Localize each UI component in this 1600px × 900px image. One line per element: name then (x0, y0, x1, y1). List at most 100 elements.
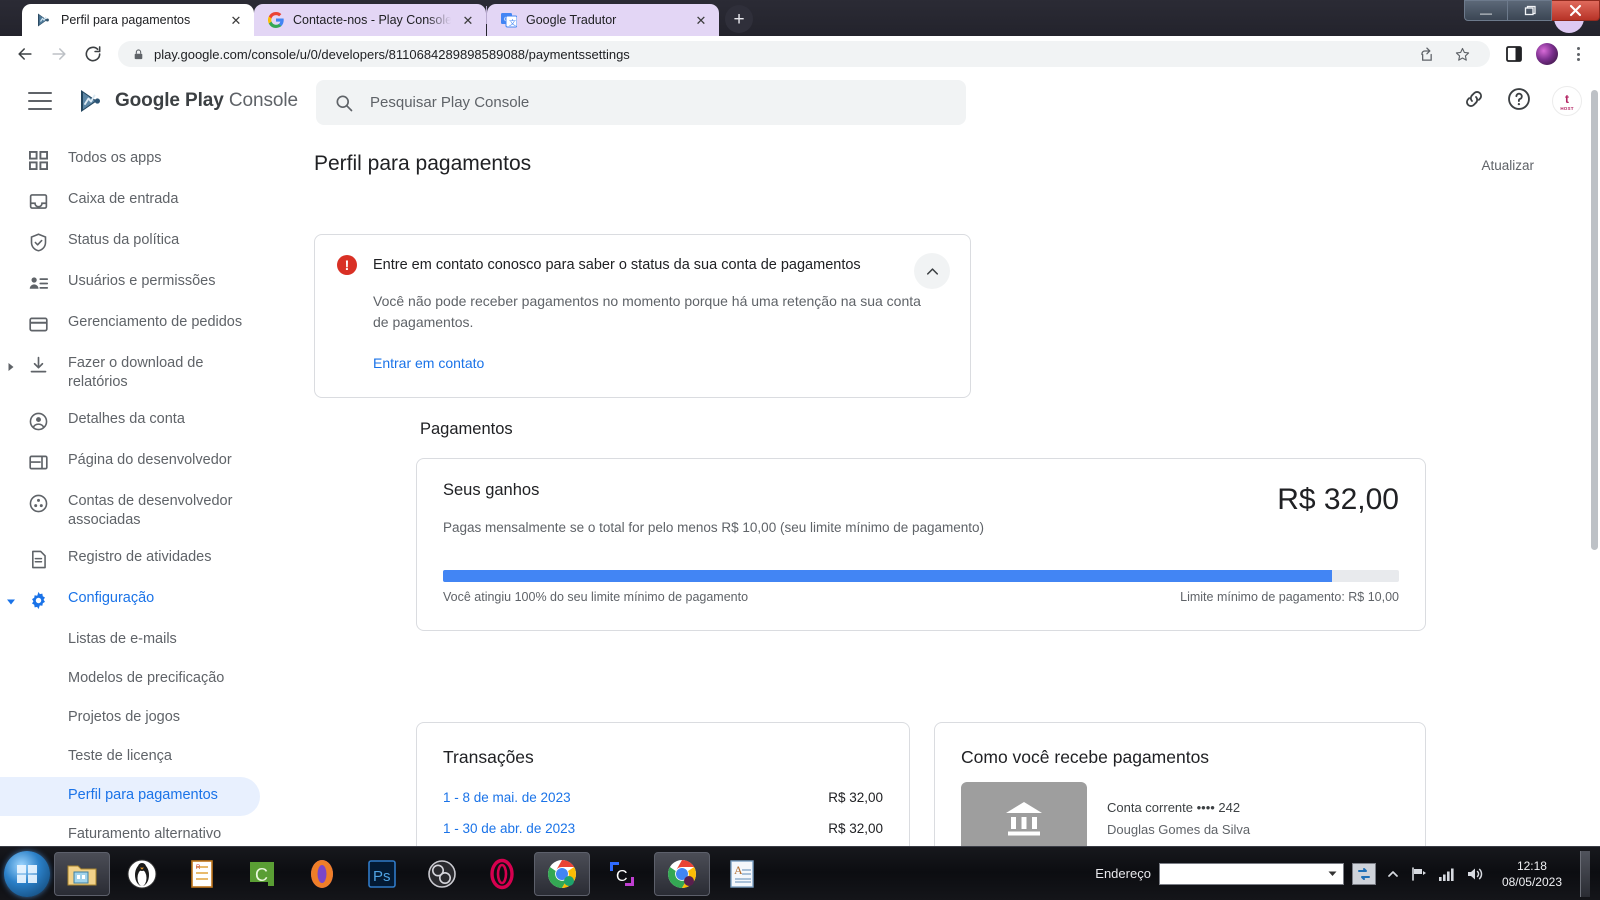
account-logo-text: HOST (1560, 105, 1574, 111)
refresh-button[interactable]: Atualizar (1481, 158, 1534, 173)
taskbar-item-fonts-viewer[interactable]: A (714, 852, 770, 896)
taskbar-item-chrome[interactable] (654, 851, 710, 896)
sidebar-item-contas-de-desenvolvedor-associadas[interactable]: Contas de desenvolvedor associadas (0, 483, 260, 539)
chevron-right-icon[interactable] (6, 359, 16, 371)
transaction-date[interactable]: 1 - 30 de abr. de 2023 (443, 821, 575, 836)
appbar-actions: t HOST (1462, 72, 1582, 130)
taskbar-item-penguin-app[interactable] (114, 852, 170, 896)
chevron-down-icon[interactable] (6, 594, 16, 605)
browser-toolbar: play.google.com/console/u/0/developers/8… (0, 36, 1600, 72)
sidebar-item-perfil-para-pagamentos[interactable]: Perfil para pagamentos (0, 777, 260, 816)
taskbar-item-opera-purple[interactable] (294, 852, 350, 896)
kebab-menu-icon[interactable] (1566, 47, 1590, 61)
download-icon (26, 353, 50, 377)
table-row[interactable]: 1 - 30 de abr. de 2023 R$ 32,00 (417, 813, 909, 844)
sidebar-item-listas-de-e-mails[interactable]: Listas de e-mails (0, 621, 260, 660)
close-icon[interactable]: ✕ (228, 12, 244, 28)
minimize-button[interactable]: — (1464, 0, 1508, 21)
sidebar-item-status-da-politica[interactable]: Status da política (0, 222, 260, 263)
payment-method-row: Conta corrente •••• 242 Douglas Gomes da… (935, 768, 1425, 846)
progress-label: Você atingiu 100% do seu limite mínimo d… (443, 590, 749, 604)
sidebar-item-faturamento-alternativo[interactable]: Faturamento alternativo (0, 816, 260, 846)
chevron-up-icon[interactable] (914, 253, 950, 289)
sidebar-item-configuracao[interactable]: Configuração (0, 580, 260, 621)
sidebar-item-usuarios-e-permissoes[interactable]: Usuários e permissões (0, 263, 260, 304)
show-hidden-icons-icon[interactable] (1386, 867, 1400, 881)
address-bar[interactable]: play.google.com/console/u/0/developers/8… (118, 41, 1490, 67)
network-flag-icon[interactable] (1410, 866, 1428, 882)
reload-icon[interactable] (78, 39, 108, 69)
forward-icon[interactable] (44, 39, 74, 69)
sidebar-item-gerenciamento-de-pedidos[interactable]: Gerenciamento de pedidos (0, 304, 260, 345)
back-icon[interactable] (10, 39, 40, 69)
sidebar-item-pagina-do-desenvolvedor[interactable]: Página do desenvolvedor (0, 442, 260, 483)
signal-bars-icon[interactable] (1438, 866, 1456, 882)
chrome-icon (668, 859, 696, 888)
taskbar-item-obs-studio[interactable] (414, 852, 470, 896)
maximize-button[interactable] (1508, 0, 1552, 21)
svg-text:C: C (255, 865, 268, 885)
new-tab-button[interactable]: + (725, 5, 753, 33)
sidebar-item-modelos-de-precificacao[interactable]: Modelos de precificação (0, 660, 260, 699)
hamburger-icon[interactable] (28, 92, 52, 110)
sidebar-item-caixa-de-entrada[interactable]: Caixa de entrada (0, 181, 260, 222)
account-circle-icon (26, 409, 50, 433)
page-scrollbar[interactable] (1588, 72, 1600, 846)
close-icon[interactable]: ✕ (460, 12, 476, 28)
table-row[interactable]: 1 - 8 de mai. de 2023 R$ 32,00 (417, 782, 909, 813)
users-permissions-icon (26, 271, 50, 295)
search-input[interactable]: Pesquisar Play Console (316, 80, 966, 125)
taskbar-item-notepad-list[interactable]: R (174, 852, 230, 896)
sidebar-item-registro-de-atividades[interactable]: Registro de atividades (0, 539, 260, 580)
play-console-logo[interactable]: Google Play Console (78, 88, 298, 114)
share-icon[interactable] (1411, 40, 1439, 68)
system-tray: Endereço 12:18 08/05/2023 (1095, 850, 1600, 897)
transaction-date[interactable]: 1 - 8 de mai. de 2023 (443, 790, 571, 805)
sidepanel-icon[interactable] (1500, 40, 1528, 68)
sidebar-item-label: Projetos de jogos (68, 709, 181, 725)
contact-us-link[interactable]: Entrar em contato (373, 355, 484, 371)
svg-text:R: R (196, 865, 201, 871)
taskbar-item-chrome[interactable] (534, 851, 590, 896)
show-desktop-button[interactable] (1580, 850, 1590, 897)
photoshop-icon: Ps (368, 859, 396, 888)
brand-light: Console (223, 90, 298, 111)
transactions-card: Transações 1 - 8 de mai. de 2023 R$ 32,0… (416, 722, 910, 846)
taskbar-item-file-explorer[interactable] (54, 851, 110, 896)
sidebar-item-fazer-o-download-de-relatorios[interactable]: Fazer o download de relatórios (0, 345, 260, 401)
link-icon[interactable] (1462, 87, 1486, 116)
browser-tab[interactable]: Perfil para pagamentos ✕ (22, 4, 254, 36)
sidebar-item-detalhes-da-conta[interactable]: Detalhes da conta (0, 401, 260, 442)
windows-start-orb[interactable] (4, 850, 50, 897)
volume-icon[interactable] (1466, 866, 1484, 882)
grid-apps-icon (26, 148, 50, 172)
address-toolbar-label: Endereço (1095, 866, 1151, 881)
sidebar-item-projetos-de-jogos[interactable]: Projetos de jogos (0, 699, 260, 738)
taskbar-item-photoshop[interactable]: Ps (354, 852, 410, 896)
tab-title: Google Tradutor (526, 13, 617, 27)
svg-text:文: 文 (509, 18, 516, 27)
profile-avatar[interactable] (1536, 43, 1558, 65)
go-arrows-icon[interactable] (1351, 862, 1376, 885)
developer-page-icon (26, 450, 50, 474)
desktop: Perfil para pagamentos ✕ Contacte-nos - … (0, 0, 1600, 900)
page-viewport: Google Play Console Pesquisar Play Conso… (0, 72, 1600, 846)
help-circle-icon[interactable] (1506, 86, 1532, 117)
taskbar-item-opera-gx[interactable] (474, 852, 530, 896)
browser-tab[interactable]: G 文 Google Tradutor ✕ (487, 4, 719, 36)
close-icon[interactable]: ✕ (693, 12, 709, 28)
address-combobox[interactable] (1158, 862, 1344, 885)
browser-tab[interactable]: Contacte-nos - Play Console Ajuda ✕ (254, 4, 486, 36)
green-c-app-icon: C (250, 861, 274, 886)
account-avatar[interactable]: t HOST (1552, 86, 1582, 116)
scrollbar-thumb[interactable] (1591, 90, 1598, 550)
taskbar-clock[interactable]: 12:18 08/05/2023 (1494, 858, 1570, 890)
taskbar-item-green-c-app[interactable]: C (234, 852, 290, 896)
chevron-down-icon[interactable] (1327, 868, 1338, 879)
taskbar-item-capcut[interactable]: C (594, 852, 650, 896)
close-button[interactable] (1552, 0, 1600, 21)
bookmark-star-icon[interactable] (1448, 40, 1476, 68)
sidebar-item-todos-os-apps[interactable]: Todos os apps (0, 140, 260, 181)
sidebar-item-teste-de-licenca[interactable]: Teste de licença (0, 738, 260, 777)
account-holder-name: Douglas Gomes da Silva (1107, 821, 1251, 837)
